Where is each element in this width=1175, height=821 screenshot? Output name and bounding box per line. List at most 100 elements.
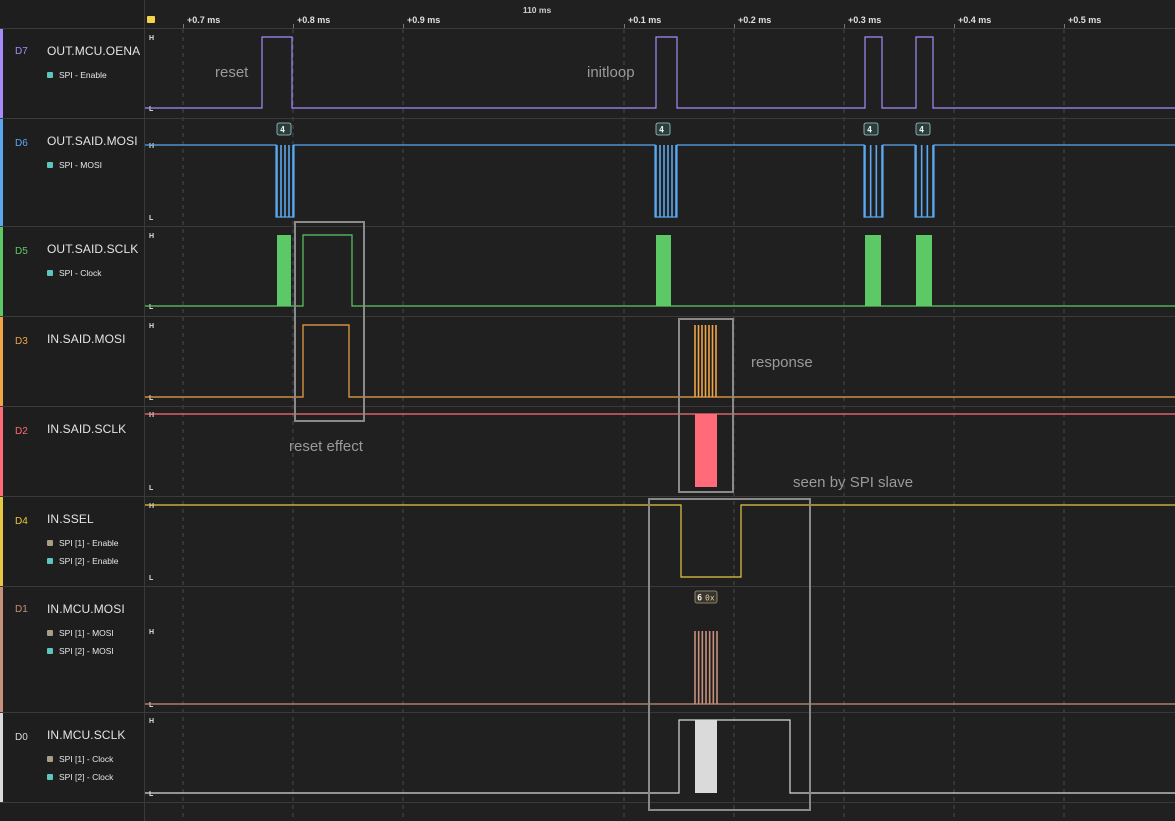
spi-mosi-decode-text: 4 — [280, 126, 285, 136]
analyzer-tag[interactable]: SPI - Enable — [47, 70, 107, 80]
analyzer-color-icon — [47, 540, 53, 546]
channel-row-d6[interactable]: D6 OUT.SAID.MOSI SPI - MOSI — [0, 119, 144, 227]
time-ruler[interactable]: 110 ms +0.7 ms +0.8 ms +0.9 ms +0.1 ms +0.2 … — [145, 0, 1175, 29]
analyzer-tag-label: SPI [1] - Clock — [59, 754, 114, 764]
ruler-tick-mark — [844, 24, 845, 28]
channel-name[interactable]: IN.SSEL — [47, 512, 94, 526]
channel-name[interactable]: IN.SAID.SCLK — [47, 422, 126, 436]
analyzer-tag-label: SPI - Clock — [59, 268, 102, 278]
analyzer-tag[interactable]: SPI [2] - MOSI — [47, 646, 114, 656]
ruler-tick-mark — [403, 24, 404, 28]
mcu-sclk-clock-burst[interactable] — [695, 720, 717, 793]
analyzer-tag-label: SPI [2] - Clock — [59, 772, 114, 782]
sclk-in-clock-burst[interactable] — [695, 414, 717, 487]
ruler-tick-mark — [1064, 24, 1065, 28]
analyzer-tag[interactable]: SPI - Clock — [47, 268, 102, 278]
analyzer-color-icon — [47, 72, 53, 78]
channel-row-d4[interactable]: D4 IN.SSEL SPI [1] - Enable SPI [2] - Enabl… — [0, 497, 144, 587]
ruler-tick-label: +0.5 ms — [1068, 15, 1102, 25]
level-high-label: H — [149, 503, 154, 510]
channel-id: D4 — [15, 516, 28, 527]
reset-effect-highlight-box[interactable] — [294, 221, 365, 422]
channel-name[interactable]: OUT.MCU.OENA — [47, 44, 140, 58]
analyzer-tag[interactable]: SPI [2] - Enable — [47, 556, 119, 566]
channel-color-stripe — [0, 227, 3, 316]
channel-name[interactable]: IN.MCU.MOSI — [47, 602, 125, 616]
ruler-tick-mark — [293, 24, 294, 28]
channel-row-d1[interactable]: D1 IN.MCU.MOSI SPI [1] - MOSI SPI [2] - MOS… — [0, 587, 144, 713]
ruler-tick-label: +0.4 ms — [958, 15, 992, 25]
analyzer-tag[interactable]: SPI [1] - Enable — [47, 538, 119, 548]
analyzer-color-icon — [47, 774, 53, 780]
ruler-tick-label: +0.2 ms — [738, 15, 772, 25]
channel-row-d0[interactable]: D0 IN.MCU.SCLK SPI [1] - Clock SPI [2] - Cl… — [0, 713, 144, 803]
analyzer-color-icon — [47, 756, 53, 762]
mcu-sclk-waveform[interactable] — [145, 719, 1175, 794]
channel-name[interactable]: OUT.SAID.SCLK — [47, 242, 138, 256]
channel-id: D6 — [15, 138, 28, 149]
ruler-tick-label: +0.9 ms — [407, 15, 441, 25]
spi-mcu-decode-prefix: 0x — [705, 594, 715, 603]
level-low-label: L — [149, 304, 154, 311]
channel-color-stripe — [0, 407, 3, 496]
channel-name[interactable]: OUT.SAID.MOSI — [47, 134, 138, 148]
level-high-label: H — [149, 233, 154, 240]
level-low-label: L — [149, 215, 154, 222]
waveform-plot[interactable]: H L H L 4 4 4 4 H L H L H L H L H L 6 0x H Lreset initloop resp… — [145, 29, 1175, 821]
reset-effect-annotation: reset effect — [289, 438, 364, 455]
spi-mosi-decode-text: 4 — [919, 126, 924, 136]
channel-color-stripe — [0, 497, 3, 586]
spi-slave-highlight-box[interactable] — [648, 498, 811, 811]
seen-by-spi-slave-annotation: seen by SPI slave — [793, 474, 913, 491]
analyzer-tag-label: SPI [1] - MOSI — [59, 628, 114, 638]
ruler-tick-label: +0.3 ms — [848, 15, 882, 25]
reset-annotation: reset — [215, 64, 249, 81]
sclk-out-clock-burst[interactable] — [656, 235, 671, 306]
level-low-label: L — [149, 106, 154, 113]
channel-name[interactable]: IN.MCU.SCLK — [47, 728, 125, 742]
spi-mcu-decode-value: 6 — [697, 594, 702, 604]
ruler-tick-mark — [954, 24, 955, 28]
ssel-waveform[interactable] — [145, 504, 1175, 578]
oena-waveform[interactable] — [145, 36, 1175, 109]
analyzer-color-icon — [47, 162, 53, 168]
level-low-label: L — [149, 575, 154, 582]
sclk-out-clock-burst[interactable] — [916, 235, 932, 306]
level-high-label: H — [149, 35, 154, 42]
ruler-tick-mark — [624, 24, 625, 28]
analyzer-tag-label: SPI [2] - MOSI — [59, 646, 114, 656]
channel-row-d7[interactable]: D7 OUT.MCU.OENA SPI - Enable — [0, 29, 144, 119]
analyzer-tag-label: SPI [1] - Enable — [59, 538, 119, 548]
spi-mosi-decode-text: 4 — [867, 126, 872, 136]
level-low-label: L — [149, 395, 154, 402]
analyzer-color-icon — [47, 648, 53, 654]
level-high-label: H — [149, 143, 154, 150]
analyzer-tag[interactable]: SPI - MOSI — [47, 160, 102, 170]
analyzer-color-icon — [47, 270, 53, 276]
channel-color-stripe — [0, 587, 3, 712]
analyzer-tag[interactable]: SPI [1] - MOSI — [47, 628, 114, 638]
channel-row-d2[interactable]: D2 IN.SAID.SCLK — [0, 407, 144, 497]
mosi-in-waveform[interactable] — [145, 324, 1175, 398]
channel-name[interactable]: IN.SAID.MOSI — [47, 332, 126, 346]
ruler-tick-label: +0.7 ms — [187, 15, 221, 25]
response-annotation: response — [751, 354, 813, 371]
level-high-label: H — [149, 323, 154, 330]
analyzer-tag[interactable]: SPI [2] - Clock — [47, 772, 113, 782]
sclk-out-clock-burst[interactable] — [865, 235, 881, 306]
sclk-out-clock-burst[interactable] — [277, 235, 291, 306]
level-high-label: H — [149, 412, 154, 419]
level-low-label: L — [149, 791, 154, 798]
analyzer-color-icon — [47, 630, 53, 636]
analyzer-tag[interactable]: SPI [1] - Clock — [47, 754, 113, 764]
analyzer-tag-label: SPI - Enable — [59, 70, 107, 80]
waveform-canvas[interactable]: H L H L 4 4 4 4 H L H L H L H L H L 6 0x H Lreset initloop resp… — [145, 29, 1175, 821]
channel-color-stripe — [0, 119, 3, 226]
ruler-tick-label: +0.1 ms — [628, 15, 662, 25]
channel-row-d3[interactable]: D3 IN.SAID.MOSI — [0, 317, 144, 407]
level-high-label: H — [149, 629, 154, 636]
channel-id: D1 — [15, 604, 28, 615]
marker-flag-icon[interactable] — [147, 16, 155, 23]
channel-row-d5[interactable]: D5 OUT.SAID.SCLK SPI - Clock — [0, 227, 144, 317]
level-low-label: L — [149, 485, 154, 492]
